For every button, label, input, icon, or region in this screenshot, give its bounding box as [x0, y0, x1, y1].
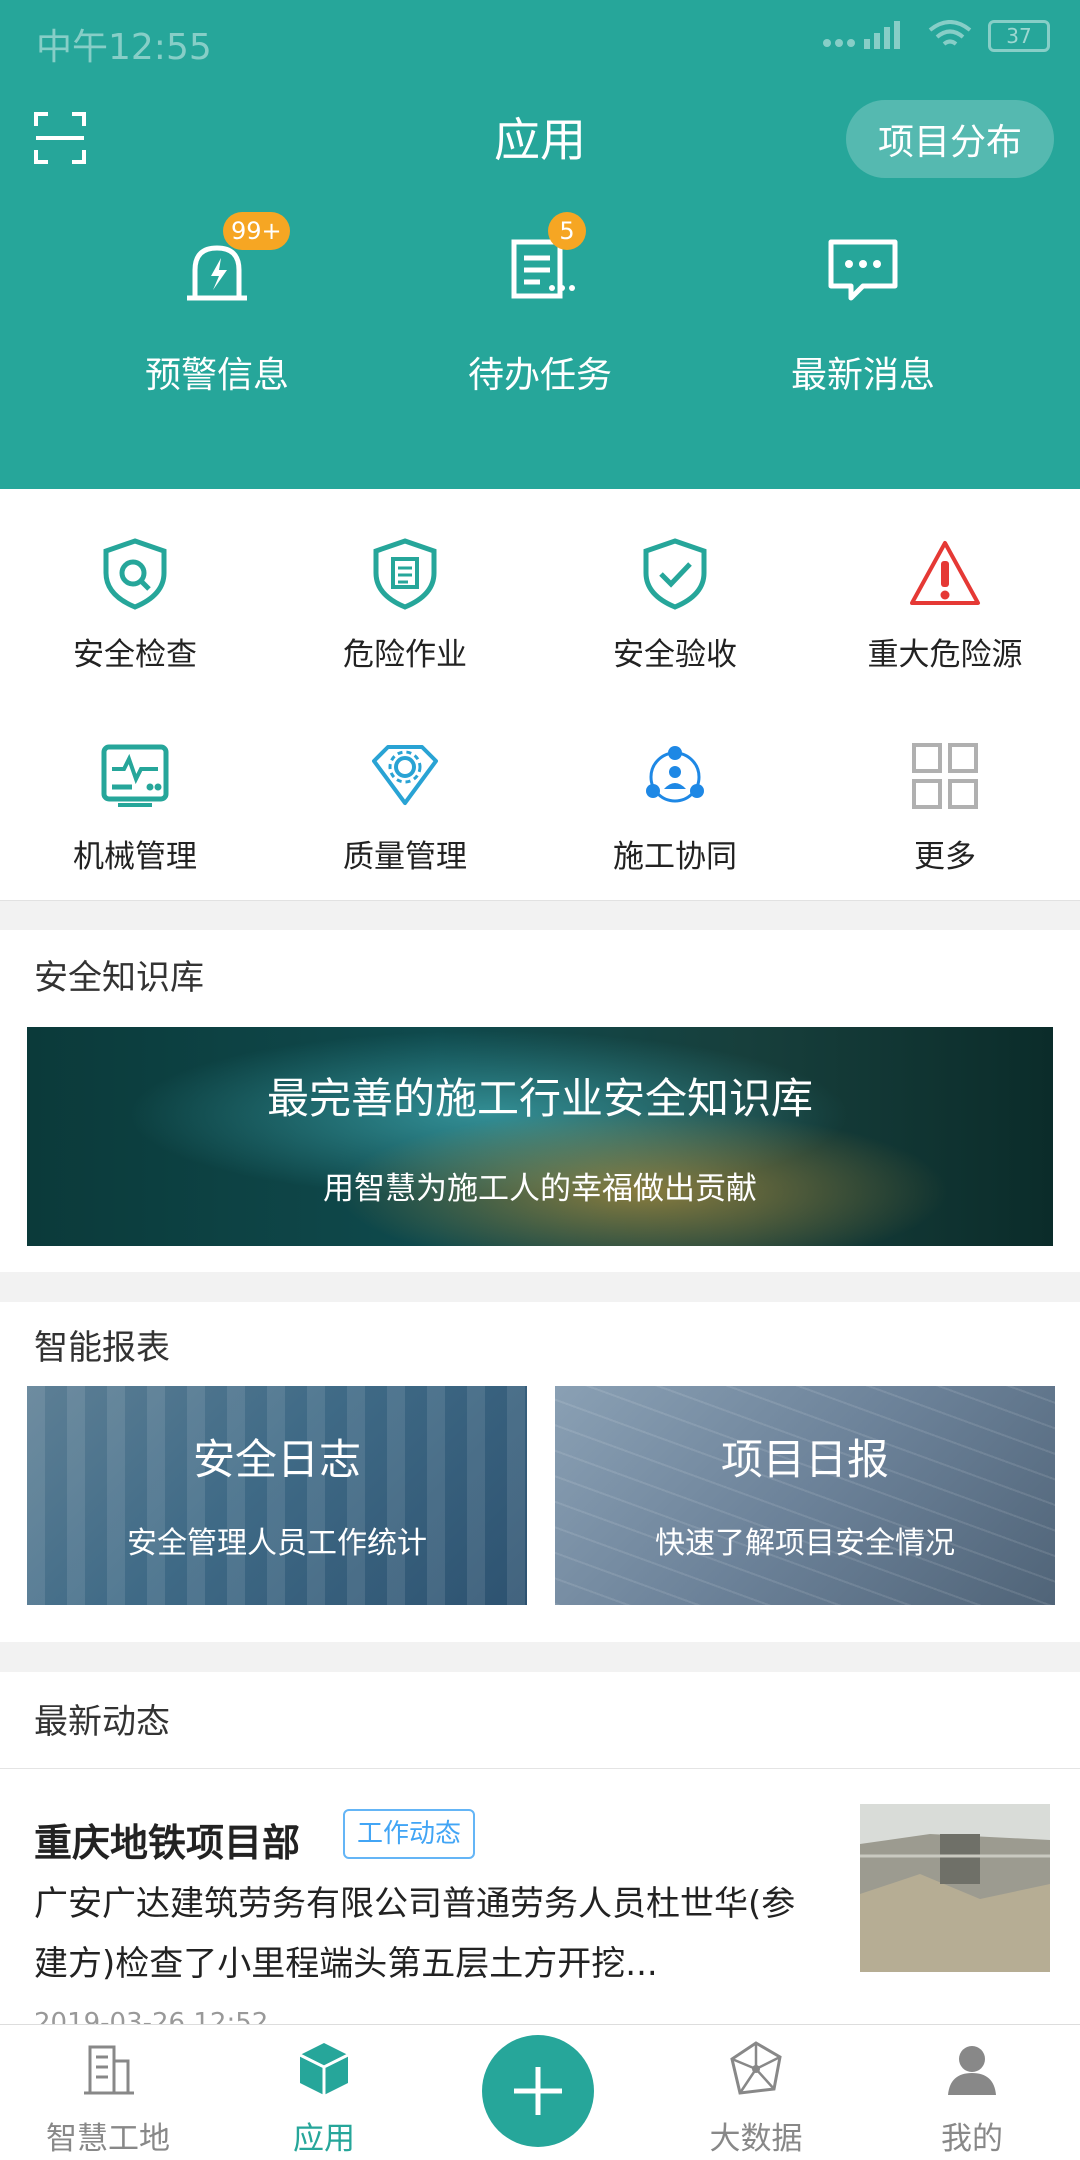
knowledge-section: 安全知识库 最完善的施工行业安全知识库 用智慧为施工人的幸福做出贡献	[0, 930, 1080, 1272]
app-label: 危险作业	[343, 637, 467, 673]
network-icon	[730, 2041, 782, 2095]
app-safety-inspection[interactable]: 安全检查	[0, 537, 270, 674]
section-title: 智能报表	[34, 1328, 170, 1368]
nav-big-data[interactable]: 大数据	[648, 2025, 864, 2160]
quick-tasks-label: 待办任务	[467, 355, 612, 396]
nav-label: 智慧工地	[46, 2121, 170, 2157]
knowledge-banner[interactable]: 最完善的施工行业安全知识库 用智慧为施工人的幸福做出贡献	[27, 1027, 1053, 1246]
nav-label: 大数据	[709, 2121, 803, 2157]
building-icon	[84, 2045, 134, 2095]
news-section: 最新动态 重庆地铁项目部 工作动态 广安广达建筑劳务有限公司普通劳务人员杜世华(…	[0, 1672, 1080, 2038]
news-title: 重庆地铁项目部	[34, 1821, 301, 1865]
shield-search-icon	[103, 538, 167, 610]
status-time: 中午12:55	[36, 27, 212, 68]
project-distribution-button[interactable]: 项目分布	[846, 100, 1054, 178]
app-more[interactable]: 更多	[810, 739, 1080, 876]
app-label: 重大危险源	[867, 637, 1023, 673]
app-label: 更多	[914, 839, 976, 875]
warning-badge: 99+	[223, 212, 290, 250]
message-icon	[828, 239, 898, 301]
nav-smart-site[interactable]: 智慧工地	[0, 2025, 216, 2160]
section-title: 最新动态	[34, 1702, 170, 1742]
add-button[interactable]	[482, 2035, 594, 2147]
banner-subtitle: 用智慧为施工人的幸福做出贡献	[323, 1171, 757, 1207]
report-safety-log[interactable]: 安全日志 安全管理人员工作统计	[27, 1386, 527, 1605]
app-header: 中午12:55 37 应用 项目分布 99+ 预警信息 5 待办任务 最新消息	[0, 0, 1080, 489]
app-label: 质量管理	[343, 839, 467, 875]
quick-tasks[interactable]: 5 待办任务	[390, 212, 690, 398]
status-icons: 37	[822, 20, 1050, 52]
quick-messages-label: 最新消息	[790, 355, 935, 396]
reports-section: 智能报表 安全日志 安全管理人员工作统计 项目日报 快速了解项目安全情况	[0, 1302, 1080, 1642]
app-label: 施工协同	[613, 839, 737, 875]
status-bar: 中午12:55 37	[0, 0, 1080, 80]
report-title: 安全日志	[192, 1435, 361, 1484]
user-icon	[948, 2046, 996, 2095]
team-collaboration-icon	[646, 746, 704, 803]
nav-apps[interactable]: 应用	[216, 2025, 432, 2160]
report-subtitle: 快速了解项目安全情况	[655, 1526, 955, 1561]
report-title: 项目日报	[720, 1435, 889, 1484]
nav-label: 应用	[293, 2121, 355, 2157]
section-title: 安全知识库	[34, 958, 204, 998]
app-major-hazard[interactable]: 重大危险源	[810, 537, 1080, 674]
report-project-daily[interactable]: 项目日报 快速了解项目安全情况	[555, 1386, 1055, 1605]
app-label: 安全验收	[613, 637, 737, 673]
app-label: 机械管理	[73, 839, 197, 875]
quality-gear-icon	[372, 745, 438, 805]
warning-icon	[910, 541, 980, 605]
nav-label: 我的	[941, 2121, 1003, 2157]
banner-title: 最完善的施工行业安全知识库	[266, 1074, 813, 1123]
quick-warning[interactable]: 99+ 预警信息	[67, 212, 367, 398]
news-body: 广安广达建筑劳务有限公司普通劳务人员杜世华(参建方)检查了小里程端头第五层土方开…	[34, 1884, 796, 1984]
shield-document-icon	[373, 538, 437, 610]
plus-icon	[514, 2067, 562, 2115]
battery-icon: 37	[988, 20, 1050, 52]
news-tag: 工作动态	[343, 1809, 476, 1859]
machine-monitor-icon	[101, 744, 169, 807]
signal-icon	[823, 21, 900, 49]
shield-check-icon	[643, 538, 707, 610]
app-machine-management[interactable]: 机械管理	[0, 739, 270, 876]
news-thumbnail	[860, 1804, 1050, 1972]
app-grid: 安全检查 危险作业 安全验收 重大危险源 机械管理 质量管理 施工协同 更多	[0, 489, 1080, 901]
report-subtitle: 安全管理人员工作统计	[127, 1526, 427, 1561]
divider	[0, 1768, 1080, 1769]
app-construction-collaboration[interactable]: 施工协同	[540, 739, 810, 876]
app-dangerous-work[interactable]: 危险作业	[270, 537, 540, 674]
tasks-badge: 5	[548, 212, 586, 250]
more-grid-icon	[912, 743, 978, 809]
app-label: 安全检查	[73, 637, 197, 673]
app-quality-management[interactable]: 质量管理	[270, 739, 540, 876]
nav-mine[interactable]: 我的	[864, 2025, 1080, 2160]
app-safety-acceptance[interactable]: 安全验收	[540, 537, 810, 674]
cube-icon	[299, 2043, 349, 2095]
quick-messages[interactable]: 最新消息	[713, 230, 1013, 398]
quick-warning-label: 预警信息	[144, 355, 289, 396]
wifi-icon	[928, 20, 972, 46]
